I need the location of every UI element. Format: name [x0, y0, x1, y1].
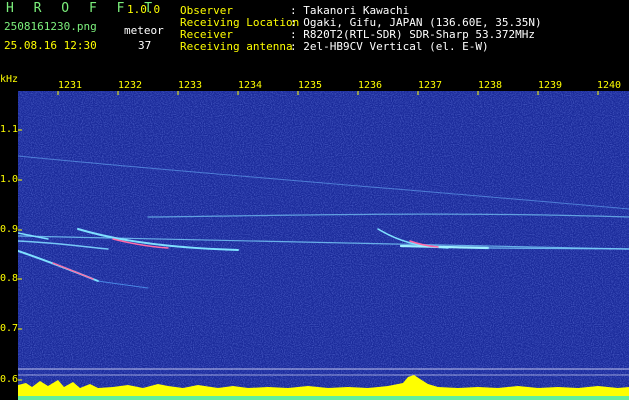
- x-tick-label: 1235: [298, 80, 323, 91]
- x-tick-label: 1233: [178, 80, 203, 91]
- date-time: 25.08.16 12:30: [4, 39, 97, 52]
- level-bar-floor: [18, 396, 629, 400]
- spectrogram-plot: [18, 91, 629, 400]
- y-tick-label: 0.9: [0, 224, 19, 235]
- app-version: 1.0.0: [127, 3, 161, 16]
- meteor-label: meteor: [124, 24, 164, 37]
- x-tick-label: 1240: [597, 80, 622, 91]
- y-unit-label: kHz: [0, 74, 19, 85]
- x-tick-label: 1236: [358, 80, 383, 91]
- header-panel: H R O F F T 1.0.0 2508161230.png meteor …: [0, 0, 629, 72]
- spectrogram-noise: [18, 91, 629, 400]
- field-value-antenna: : 2el-HB9CV Vertical (el. E-W): [290, 40, 489, 53]
- x-tick-label: 1239: [538, 80, 563, 91]
- x-tick-label: 1238: [478, 80, 503, 91]
- meteor-count: 37: [138, 39, 152, 52]
- y-tick-label: 0.8: [0, 273, 19, 284]
- field-label-antenna: Receiving antenna: [180, 40, 293, 53]
- file-name: 2508161230.png: [4, 20, 97, 33]
- x-tick-label: 1237: [418, 80, 443, 91]
- x-tick-label: 1232: [118, 80, 143, 91]
- y-tick-label: 0.6: [0, 374, 19, 385]
- y-tick-label: 1.0: [0, 174, 19, 185]
- y-tick-label: 0.7: [0, 323, 19, 334]
- y-tick-label: 1.1: [0, 124, 19, 135]
- x-tick-label: 1234: [238, 80, 263, 91]
- x-tick-label: 1231: [58, 80, 83, 91]
